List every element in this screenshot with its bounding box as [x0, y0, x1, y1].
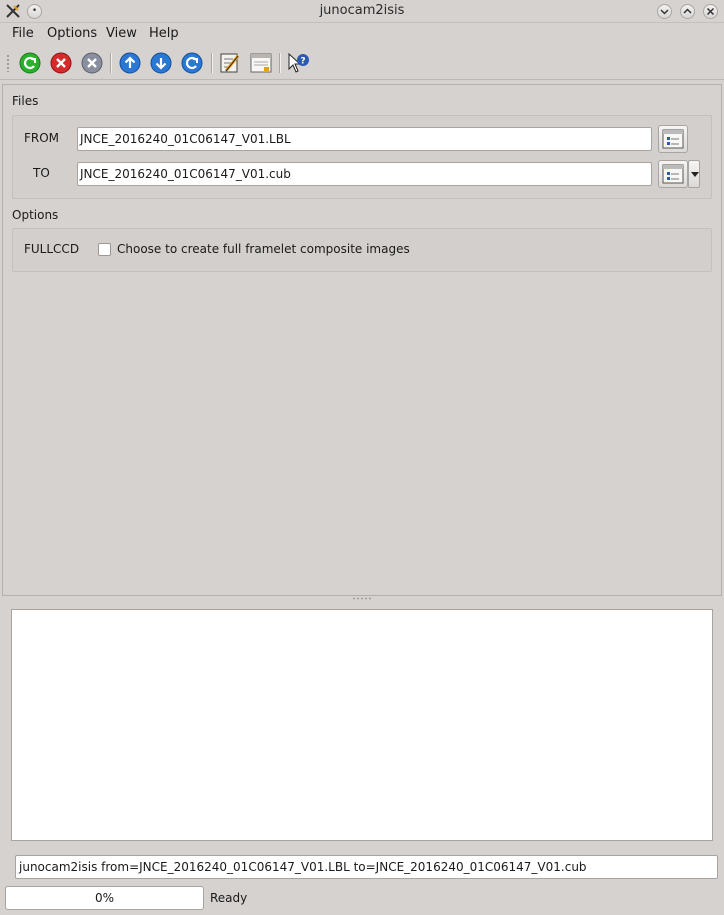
close-icon	[706, 7, 715, 16]
toolbar-separator	[110, 53, 112, 73]
to-browse-button[interactable]	[658, 160, 688, 188]
reset-icon[interactable]	[180, 51, 204, 75]
svg-text:?: ?	[300, 57, 305, 67]
fullccd-label: FULLCCD	[24, 242, 80, 256]
splitter-handle[interactable]	[352, 597, 372, 600]
window-title: junocam2isis	[319, 3, 405, 18]
maximize-button[interactable]	[680, 4, 695, 19]
from-label: FROM	[24, 131, 60, 145]
options-section-label: Options	[12, 208, 59, 222]
to-label: TO	[33, 166, 50, 180]
minimize-button[interactable]	[657, 4, 672, 19]
status-text: Ready	[210, 891, 248, 905]
log-output-area[interactable]	[11, 609, 713, 841]
edit-parameters-icon[interactable]	[218, 51, 242, 75]
from-input[interactable]: JNCE_2016240_01C06147_V01.LBL	[77, 127, 652, 151]
progress-bar: 0%	[5, 886, 204, 910]
fullccd-checkbox[interactable]	[98, 243, 111, 256]
gui-panel-icon[interactable]	[249, 51, 273, 75]
fullccd-description[interactable]: Choose to create full framelet composite…	[117, 242, 410, 256]
file-browser-icon	[662, 129, 684, 149]
history-back-icon[interactable]	[118, 51, 142, 75]
menu-options[interactable]: Options	[47, 26, 97, 41]
toolbar-separator	[211, 53, 213, 73]
menu-view[interactable]: View	[106, 26, 137, 41]
close-button[interactable]	[703, 4, 718, 19]
to-input[interactable]: JNCE_2016240_01C06147_V01.cub	[77, 162, 652, 186]
command-line-field[interactable]: junocam2isis from=JNCE_2016240_01C06147_…	[15, 855, 718, 879]
from-browse-button[interactable]	[658, 125, 688, 153]
whats-this-help-icon[interactable]: ?	[286, 51, 310, 75]
history-forward-icon[interactable]	[149, 51, 173, 75]
menu-file[interactable]: File	[12, 26, 34, 41]
to-options-dropdown[interactable]	[688, 160, 700, 188]
run-icon[interactable]	[18, 51, 42, 75]
menu-help[interactable]: Help	[149, 26, 179, 41]
exit-icon[interactable]	[80, 51, 104, 75]
toolbar: ?	[0, 46, 724, 80]
file-browser-icon	[662, 164, 684, 184]
chevron-down-icon	[660, 9, 669, 15]
chevron-up-icon	[683, 8, 692, 14]
toolbar-separator	[279, 53, 281, 73]
stop-icon[interactable]	[49, 51, 73, 75]
toolbar-grip[interactable]	[6, 54, 10, 72]
files-section-label: Files	[12, 94, 39, 108]
menu-bar: File Options View Help	[0, 23, 724, 45]
title-bar: • junocam2isis	[0, 0, 724, 23]
